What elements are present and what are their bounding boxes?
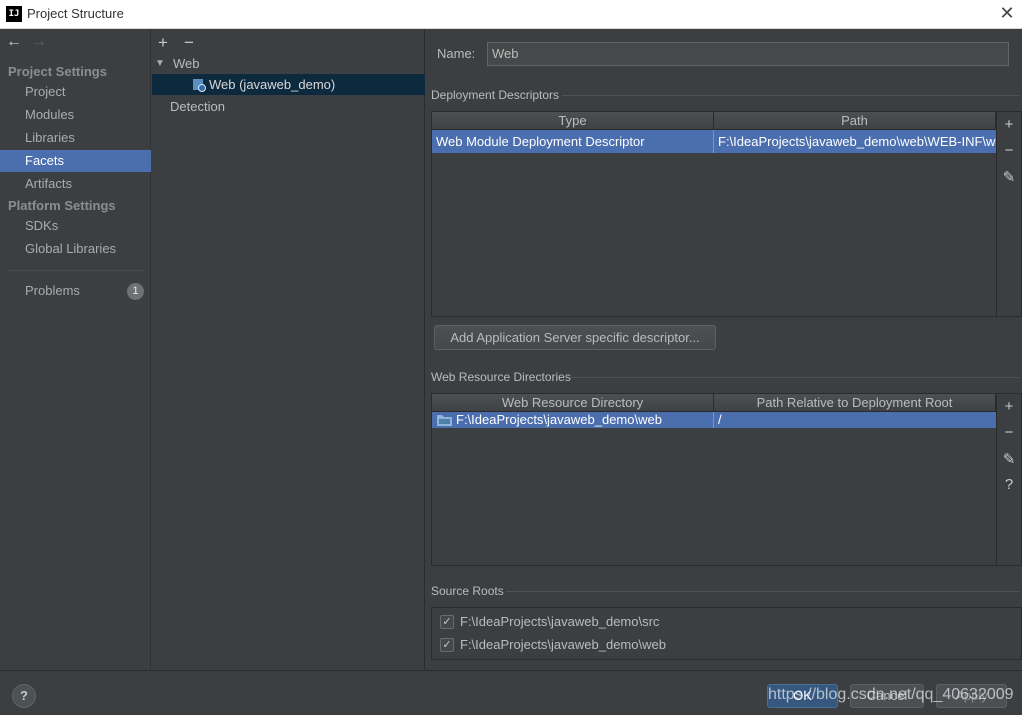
nav-item-facets[interactable]: Facets — [0, 150, 151, 172]
watermark-text: https://blog.csdn.net/qq_40632009 — [768, 686, 1014, 703]
problems-count-badge: 1 — [127, 283, 144, 300]
edit-resource-dir-pencil-icon[interactable]: ✎ — [999, 450, 1019, 468]
help-button[interactable]: ? — [12, 684, 36, 708]
column-header-path[interactable]: Path — [714, 112, 996, 130]
nav-item-project[interactable]: Project — [0, 81, 151, 103]
section-divider — [562, 95, 1020, 96]
web-facet-icon — [193, 79, 206, 92]
edit-descriptor-pencil-icon[interactable]: ✎ — [999, 168, 1019, 186]
resource-directory-cell: F:\IdeaProjects\javaweb_demo\web — [456, 412, 662, 427]
back-arrow-icon[interactable]: ← — [6, 33, 22, 51]
table-row[interactable]: Web Module Deployment Descriptor F:\Idea… — [432, 130, 996, 153]
nav-item-modules[interactable]: Modules — [0, 104, 151, 126]
deployment-descriptors-title: Deployment Descriptors — [431, 88, 560, 102]
tree-node-web[interactable]: ▼ Web — [152, 53, 425, 74]
section-divider — [570, 377, 1020, 378]
descriptor-type-cell: Web Module Deployment Descriptor — [436, 134, 645, 149]
table-row[interactable]: F:\IdeaProjects\javaweb_demo\web / — [432, 412, 996, 428]
remove-resource-dir-minus-icon[interactable]: − — [999, 424, 1019, 441]
name-label: Name: — [437, 46, 476, 61]
title-bar — [0, 0, 1022, 29]
add-resource-dir-plus-icon[interactable]: + — [999, 398, 1019, 415]
relative-path-cell: / — [718, 412, 722, 427]
nav-item-libraries[interactable]: Libraries — [0, 127, 151, 149]
platform-settings-header: Platform Settings — [8, 198, 116, 213]
descriptor-path-cell: F:\IdeaProjects\javaweb_demo\web\WEB-INF… — [718, 134, 996, 149]
section-divider — [506, 591, 1020, 592]
web-resource-directories-title: Web Resource Directories — [431, 370, 571, 384]
column-header-relative-path[interactable]: Path Relative to Deployment Root — [714, 394, 996, 412]
source-root-checkbox[interactable]: ✓ — [440, 638, 454, 652]
nav-item-sdks[interactable]: SDKs — [0, 215, 151, 237]
project-settings-header: Project Settings — [8, 64, 107, 79]
add-server-descriptor-button[interactable]: Add Application Server specific descript… — [434, 325, 716, 350]
column-header-web-resource-directory[interactable]: Web Resource Directory — [432, 394, 714, 412]
forward-arrow-icon[interactable]: → — [31, 33, 47, 51]
source-root-path: F:\IdeaProjects\javaweb_demo\web — [460, 637, 666, 652]
tree-node-web-facet[interactable]: Web (javaweb_demo) — [152, 74, 425, 95]
nav-item-artifacts[interactable]: Artifacts — [0, 173, 151, 195]
close-window-button[interactable]: ✕ — [998, 4, 1016, 22]
source-root-item[interactable]: ✓ F:\IdeaProjects\javaweb_demo\web — [440, 635, 1000, 655]
nav-divider — [8, 270, 144, 271]
remove-facet-button[interactable]: − — [184, 33, 194, 53]
tree-node-detection[interactable]: Detection — [170, 96, 225, 117]
tree-node-web-facet-label: Web (javaweb_demo) — [209, 77, 336, 92]
help-question-icon[interactable]: ? — [999, 476, 1019, 493]
nav-item-global-libraries[interactable]: Global Libraries — [0, 238, 151, 260]
source-root-path: F:\IdeaProjects\javaweb_demo\src — [460, 614, 660, 629]
intellij-logo-icon: IJ — [6, 6, 22, 22]
column-header-type[interactable]: Type — [432, 112, 714, 130]
tree-node-web-label: Web — [173, 56, 200, 71]
facets-tree-panel — [152, 29, 425, 670]
source-roots-title: Source Roots — [431, 584, 504, 598]
source-root-item[interactable]: ✓ F:\IdeaProjects\javaweb_demo\src — [440, 612, 1000, 632]
window-title: Project Structure — [27, 6, 124, 21]
facet-name-input[interactable]: Web — [487, 42, 1009, 66]
add-facet-button[interactable]: + — [158, 33, 168, 53]
folder-icon — [437, 415, 452, 426]
expand-triangle-icon[interactable]: ▼ — [155, 53, 165, 74]
remove-descriptor-minus-icon[interactable]: − — [999, 142, 1019, 159]
add-descriptor-plus-icon[interactable]: + — [999, 116, 1019, 133]
source-root-checkbox[interactable]: ✓ — [440, 615, 454, 629]
